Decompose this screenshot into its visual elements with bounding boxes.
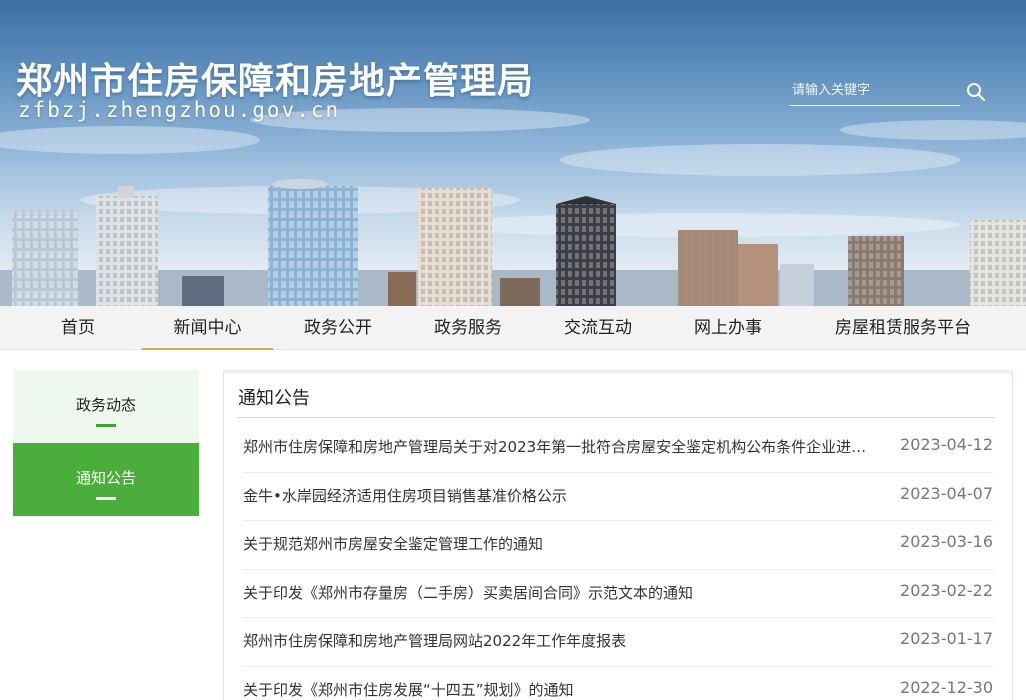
notice-date: 2022-12-30 <box>900 677 993 697</box>
notice-date: 2023-02-22 <box>900 580 993 600</box>
notice-title-link[interactable]: 郑州市住房保障和房地产管理局网站2022年工作年度报表 <box>243 630 893 651</box>
nav-item-government-affairs[interactable]: 政务公开 <box>273 306 403 350</box>
city-skyline-image <box>0 108 1026 306</box>
sidebar-item-government-news[interactable]: 政务动态 <box>13 370 199 443</box>
nav-item-online-services[interactable]: 网上办事 <box>663 306 793 350</box>
notice-title-link[interactable]: 关于印发《郑州市住房发展“十四五”规划》的通知 <box>243 679 893 700</box>
site-domain: zfbzj.zhengzhou.gov.cn <box>18 98 341 122</box>
sidebar-item-label: 政务动态 <box>75 396 136 414</box>
nav-item-government-services[interactable]: 政务服务 <box>403 306 533 350</box>
page-title: 通知公告 <box>238 388 310 409</box>
notice-title-link[interactable]: 关于印发《郑州市存量房（二手房）买卖居间合同》示范文本的通知 <box>243 582 893 603</box>
main-nav: 首页 新闻中心 政务公开 政务服务 交流互动 网上办事 房屋租赁服务平台 <box>0 306 1026 350</box>
notice-date: 2023-03-16 <box>900 532 993 551</box>
list-item: 关于印发《郑州市存量房（二手房）买卖居间合同》示范文本的通知 2023-02-2… <box>243 570 993 618</box>
list-item: 金牛•水岸园经济适用住房项目销售基准价格公示 2023-04-07 <box>243 473 993 521</box>
notice-date: 2023-01-17 <box>900 629 993 648</box>
search-icon[interactable] <box>966 82 986 102</box>
search-input[interactable] <box>790 76 960 105</box>
sidebar-item-indicator <box>96 497 116 500</box>
list-item: 郑州市住房保障和房地产管理局关于对2023年第一批符合房屋安全鉴定机构公布条件企… <box>243 424 993 473</box>
header-banner: 郑州市住房保障和房地产管理局 zfbzj.zhengzhou.gov.cn <box>0 0 1026 306</box>
notice-list: 郑州市住房保障和房地产管理局关于对2023年第一批符合房屋安全鉴定机构公布条件企… <box>243 424 993 700</box>
notice-date: 2023-04-07 <box>900 483 993 503</box>
nav-item-news-center[interactable]: 新闻中心 <box>142 306 273 350</box>
sidebar-item-indicator <box>96 424 116 427</box>
list-item: 郑州市住房保障和房地产管理局网站2022年工作年度报表 2023-01-17 <box>243 618 993 667</box>
sidebar-item-notices[interactable]: 通知公告 <box>13 443 199 516</box>
site-title: 郑州市住房保障和房地产管理局 <box>16 61 535 102</box>
notice-date: 2023-04-12 <box>900 435 993 454</box>
nav-item-rental-platform[interactable]: 房屋租赁服务平台 <box>803 306 1003 350</box>
notice-title-link[interactable]: 金牛•水岸园经济适用住房项目销售基准价格公示 <box>243 485 893 506</box>
title-divider <box>236 417 996 418</box>
list-item: 关于印发《郑州市住房发展“十四五”规划》的通知 2022-12-30 <box>243 667 993 700</box>
search-box <box>790 76 960 106</box>
notice-title-link[interactable]: 郑州市住房保障和房地产管理局关于对2023年第一批符合房屋安全鉴定机构公布条件企… <box>243 436 893 457</box>
nav-item-interaction[interactable]: 交流互动 <box>533 306 663 350</box>
list-item: 关于规范郑州市房屋安全鉴定管理工作的通知 2023-03-16 <box>243 521 993 570</box>
nav-item-home[interactable]: 首页 <box>14 306 142 350</box>
sidebar-item-label: 通知公告 <box>75 469 136 487</box>
notice-title-link[interactable]: 关于规范郑州市房屋安全鉴定管理工作的通知 <box>243 533 893 554</box>
